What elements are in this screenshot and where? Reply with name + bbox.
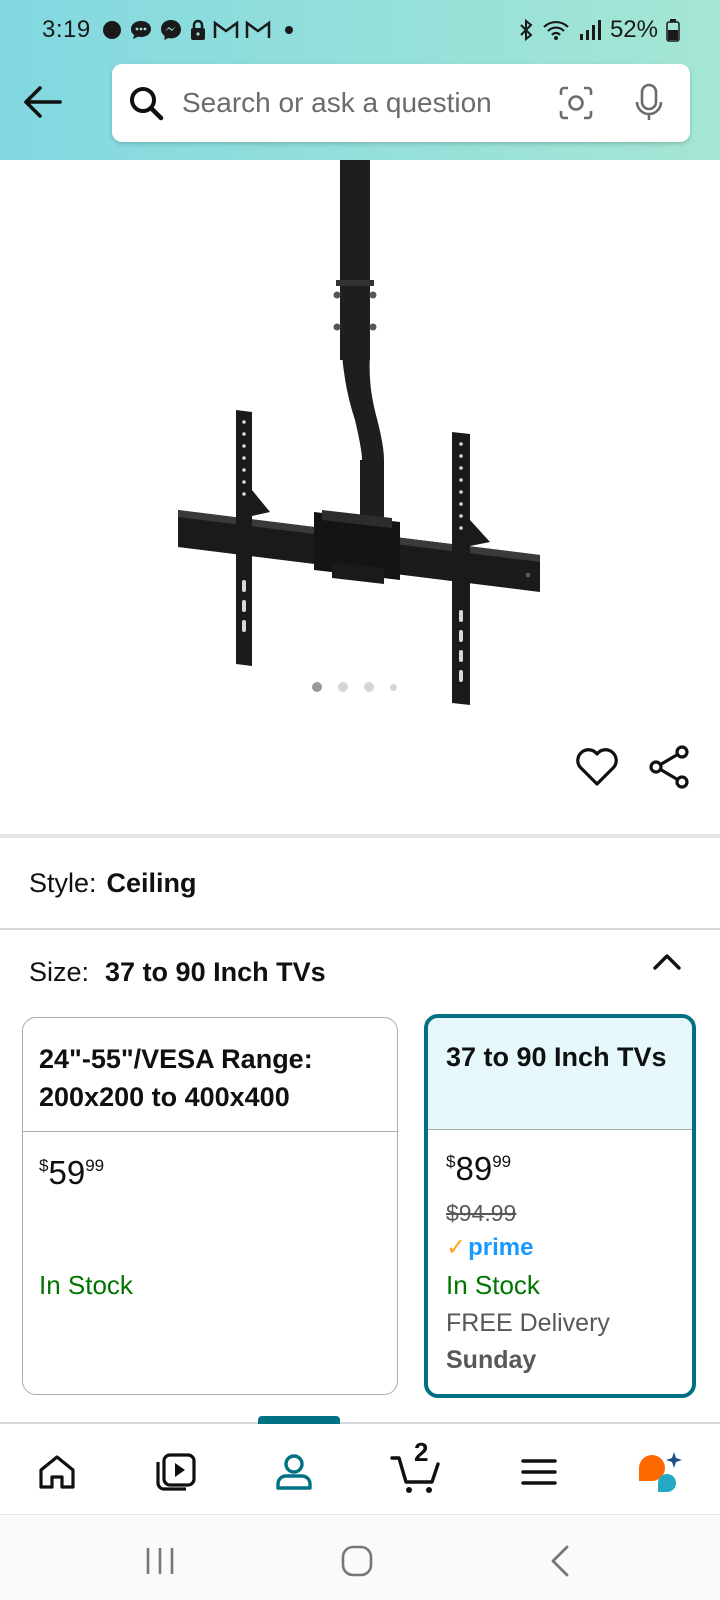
search-icon — [130, 87, 164, 121]
messenger-icon — [160, 20, 181, 40]
option-price: $59 99 — [39, 1154, 105, 1191]
account-icon — [276, 1454, 312, 1490]
search-input[interactable]: Search or ask a question — [182, 87, 558, 119]
battery-percent: 52% — [609, 16, 658, 43]
active-tab-indicator — [258, 1416, 340, 1424]
cart-count-badge: 2 — [414, 1437, 429, 1467]
search-bar[interactable]: Search or ask a question — [112, 64, 690, 142]
availability: In Stock — [446, 1270, 540, 1300]
back-system-button[interactable] — [540, 1541, 580, 1581]
status-bar: 3:19 52% — [0, 0, 720, 60]
style-label: Style: — [29, 868, 97, 898]
home-icon — [39, 1455, 75, 1489]
messages-icon — [130, 21, 151, 39]
size-value: 37 to 90 Inch TVs — [105, 957, 326, 987]
system-nav-bar — [0, 1514, 720, 1600]
option-price: $89 99 — [446, 1150, 512, 1187]
delivery-day: Sunday — [446, 1346, 537, 1374]
bottom-nav — [0, 1424, 720, 1514]
style-selector: Style: Ceiling — [29, 868, 197, 899]
option-details: $89 99 $94.99 ✓ prime In Stock FREE Delive… — [428, 1130, 692, 1394]
prime-check-icon: ✓ — [446, 1234, 467, 1261]
image-carousel-indicator — [312, 682, 397, 692]
back-button[interactable] — [20, 80, 64, 124]
bluetooth-icon — [520, 18, 533, 42]
microphone-icon[interactable] — [634, 83, 664, 123]
carousel-dot — [364, 682, 374, 692]
nav-account[interactable] — [264, 1444, 324, 1500]
lock-icon — [190, 19, 205, 40]
wifi-icon — [543, 20, 569, 40]
search-row: Search or ask a question — [0, 62, 720, 144]
share-icon[interactable] — [648, 744, 692, 790]
recent-apps-icon — [146, 1548, 174, 1574]
nav-rufus[interactable] — [630, 1444, 690, 1500]
nav-menu[interactable] — [509, 1444, 569, 1500]
status-time: 3:19 — [42, 16, 91, 43]
battery-icon — [666, 19, 680, 42]
video-icon — [156, 1453, 196, 1491]
notification-icons — [101, 19, 293, 41]
nav-video[interactable] — [146, 1444, 206, 1500]
nav-home[interactable] — [27, 1444, 87, 1500]
cell-signal-icon — [579, 20, 601, 40]
delivery-info: FREE Delivery — [446, 1309, 610, 1337]
style-value: Ceiling — [106, 868, 197, 898]
carousel-dot — [338, 682, 348, 692]
gmail-icon — [245, 20, 270, 38]
option-details: $59 99 In Stock — [23, 1132, 397, 1323]
menu-icon — [521, 1459, 557, 1485]
chevron-up-icon[interactable] — [652, 950, 682, 974]
section-divider — [0, 834, 720, 838]
size-option-card[interactable]: 24"-55"/VESA Range: 200x200 to 400x400 $… — [22, 1017, 398, 1395]
signal-app-icon — [102, 21, 121, 39]
back-arrow-icon — [24, 86, 62, 118]
divider — [0, 928, 720, 930]
camera-search-icon[interactable] — [558, 85, 594, 121]
more-dot-icon — [284, 26, 293, 34]
status-right: 52% — [518, 16, 680, 44]
size-label: Size: — [29, 957, 90, 987]
option-title: 37 to 90 Inch TVs — [428, 1018, 692, 1130]
home-circle-icon — [341, 1545, 373, 1577]
recent-apps-button[interactable] — [140, 1541, 180, 1581]
rufus-icon — [639, 1452, 682, 1492]
availability: In Stock — [39, 1270, 133, 1300]
product-image[interactable] — [0, 160, 720, 720]
back-chevron-icon — [551, 1545, 569, 1577]
wishlist-heart-icon[interactable] — [574, 744, 620, 790]
option-title: 24"-55"/VESA Range: 200x200 to 400x400 — [23, 1018, 397, 1132]
size-option-card-selected[interactable]: 37 to 90 Inch TVs $89 99 $94.99 ✓ prime In… — [424, 1014, 696, 1398]
carousel-dot — [312, 682, 322, 692]
list-price: $94.99 — [446, 1200, 517, 1226]
search-actions — [558, 83, 664, 123]
carousel-dot — [390, 683, 397, 691]
prime-badge: ✓ prime — [446, 1233, 534, 1262]
size-selector[interactable]: Size: 37 to 90 Inch TVs — [29, 957, 326, 988]
home-system-button[interactable] — [337, 1541, 377, 1581]
gmail-icon — [213, 20, 238, 38]
